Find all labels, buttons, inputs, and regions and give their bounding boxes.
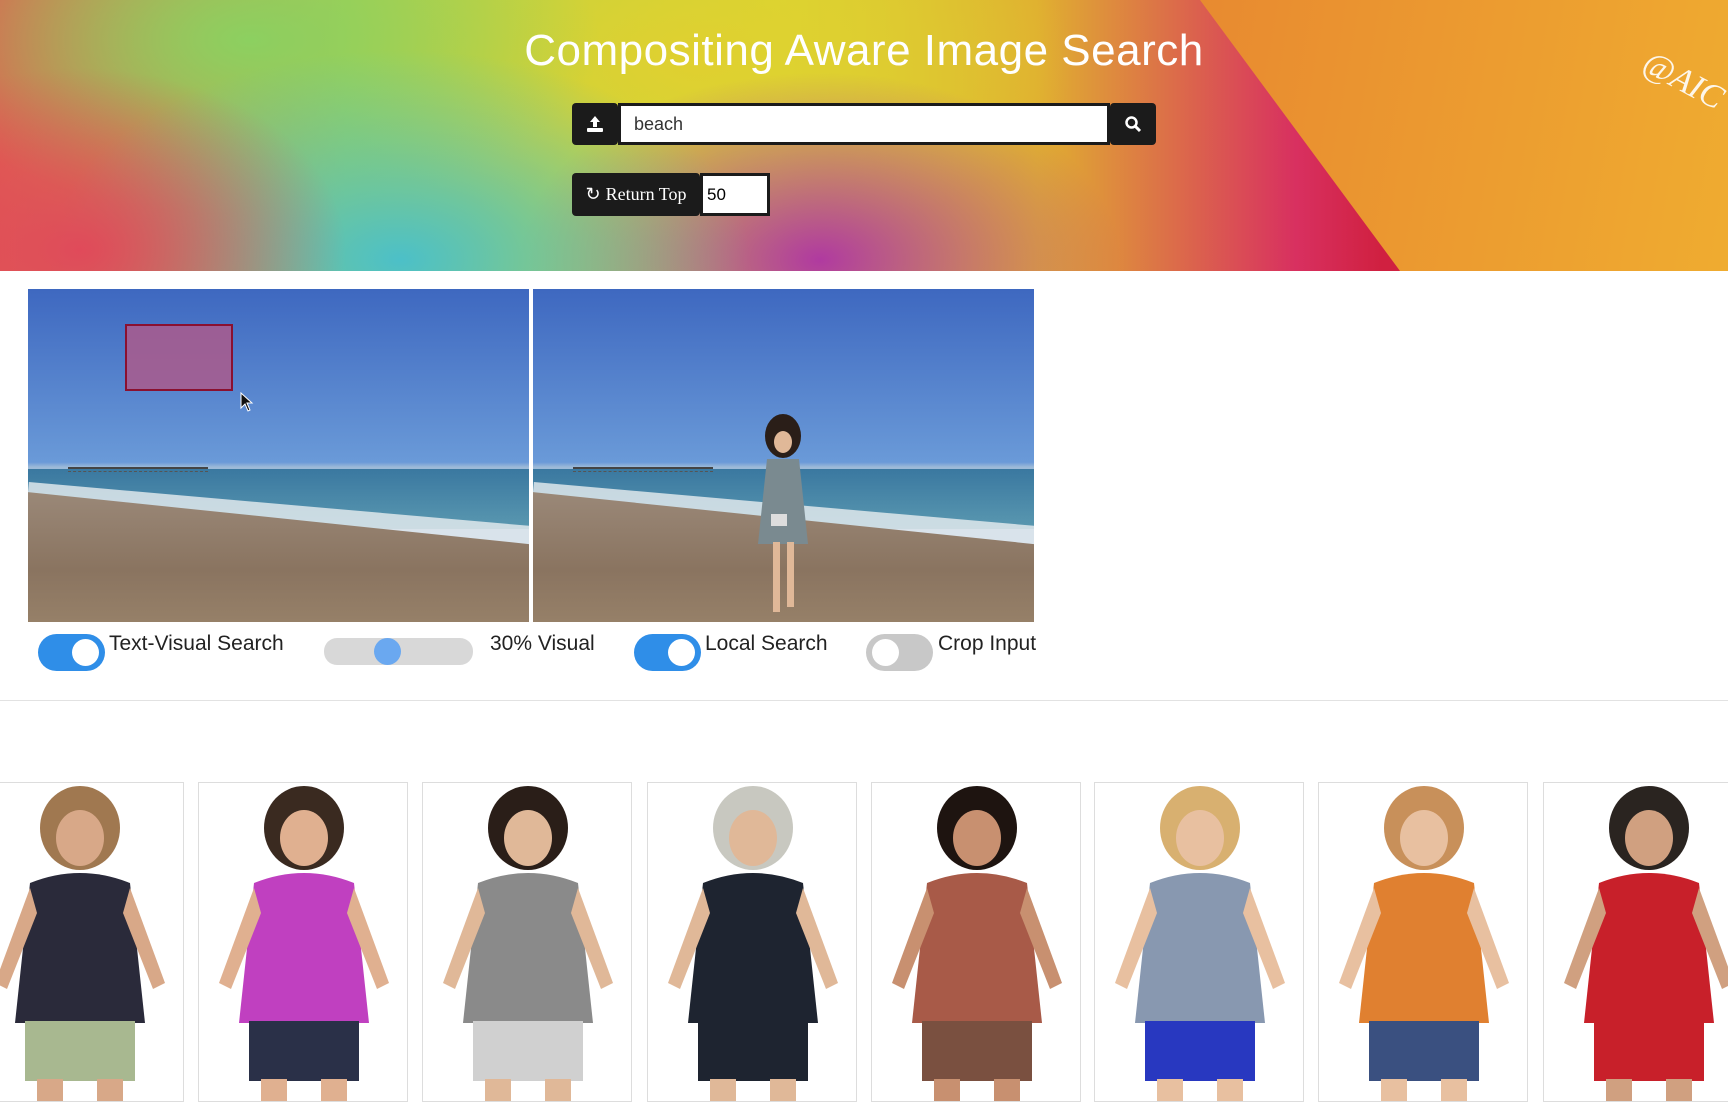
header-banner: Compositing Aware Image Search @AIC beac…: [0, 0, 1728, 271]
cursor-icon: [240, 392, 254, 412]
search-icon: [1125, 116, 1142, 133]
page-title: Compositing Aware Image Search: [524, 26, 1204, 75]
result-card[interactable]: [1094, 782, 1304, 1102]
divider: [0, 700, 1728, 701]
crop-input-toggle[interactable]: [866, 634, 933, 671]
person-cutout: [0, 786, 165, 1101]
text-visual-search-label: Text-Visual Search: [109, 632, 284, 655]
search-input[interactable]: beach: [618, 103, 1110, 145]
visual-weight-slider[interactable]: [324, 638, 473, 665]
person-cutout: [1115, 786, 1285, 1101]
search-button[interactable]: [1110, 103, 1156, 145]
person-cutout: [1339, 786, 1509, 1101]
return-top-label: Return Top: [605, 184, 687, 204]
result-card[interactable]: [647, 782, 857, 1102]
background-canvas[interactable]: [28, 289, 529, 622]
visual-weight-label: 30% Visual: [490, 632, 595, 655]
person-cutout: [1564, 786, 1728, 1101]
selection-rectangle[interactable]: [125, 324, 233, 391]
top-k-input[interactable]: 50: [700, 173, 770, 216]
result-card[interactable]: [0, 782, 184, 1102]
composited-person: [758, 414, 808, 612]
top-k-value: 50: [707, 184, 726, 204]
search-input-value: beach: [634, 113, 684, 134]
local-search-toggle[interactable]: [634, 634, 701, 671]
result-card[interactable]: [1318, 782, 1528, 1102]
result-card[interactable]: [422, 782, 632, 1102]
crop-input-label: Crop Input: [938, 632, 1037, 655]
person-cutout: [443, 786, 613, 1101]
refresh-icon: ↻: [585, 184, 601, 204]
person-cutout: [219, 786, 389, 1101]
return-top-button[interactable]: ↻ Return Top: [572, 173, 700, 216]
person-cutout: [892, 786, 1062, 1101]
local-search-label: Local Search: [705, 632, 828, 655]
result-card[interactable]: [1543, 782, 1728, 1102]
slider-thumb[interactable]: [373, 638, 401, 665]
person-cutout: [668, 786, 838, 1101]
upload-button[interactable]: [572, 103, 618, 145]
result-card[interactable]: [871, 782, 1081, 1102]
text-visual-search-toggle[interactable]: [38, 634, 105, 671]
result-card[interactable]: [198, 782, 408, 1102]
upload-icon: [587, 116, 603, 132]
composite-preview: [533, 289, 1034, 622]
